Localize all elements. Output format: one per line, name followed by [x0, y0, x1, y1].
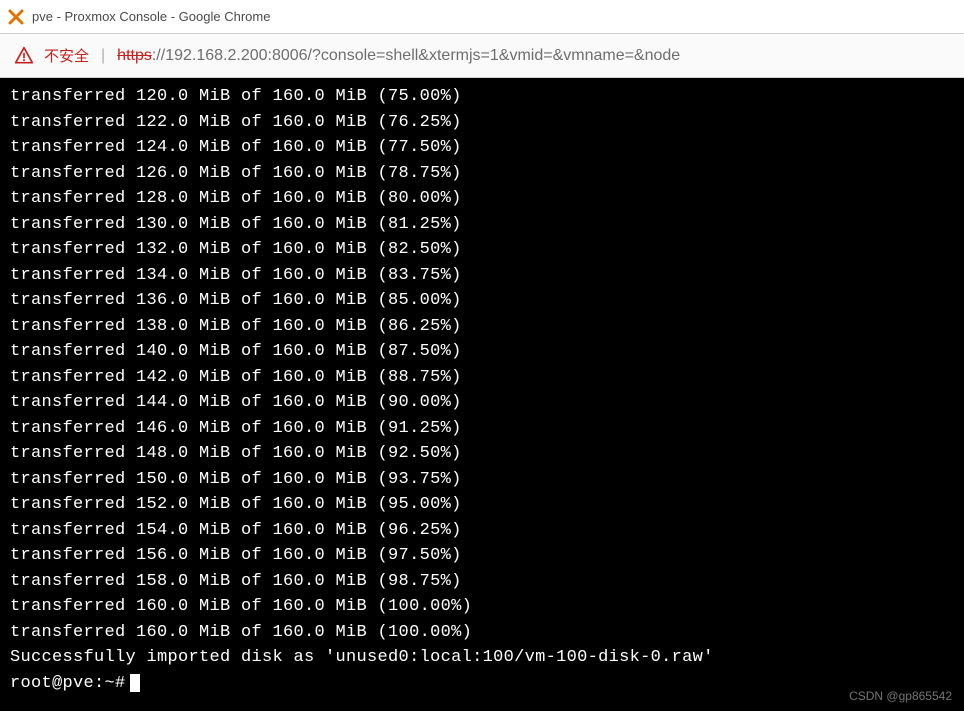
transfer-progress-line: transferred 148.0 MiB of 160.0 MiB (92.5… — [10, 441, 954, 467]
transfer-progress-line: transferred 160.0 MiB of 160.0 MiB (100.… — [10, 620, 954, 646]
transfer-progress-line: transferred 128.0 MiB of 160.0 MiB (80.0… — [10, 186, 954, 212]
transfer-progress-line: transferred 136.0 MiB of 160.0 MiB (85.0… — [10, 288, 954, 314]
url-scheme: https — [117, 47, 152, 64]
window-title: pve - Proxmox Console - Google Chrome — [32, 9, 270, 24]
transfer-progress-line: transferred 160.0 MiB of 160.0 MiB (100.… — [10, 594, 954, 620]
terminal-output[interactable]: transferred 120.0 MiB of 160.0 MiB (75.0… — [0, 78, 964, 711]
prompt-text: root@pve:~# — [10, 671, 126, 697]
success-message: Successfully imported disk as 'unused0:l… — [10, 645, 954, 671]
transfer-progress-line: transferred 130.0 MiB of 160.0 MiB (81.2… — [10, 212, 954, 238]
shell-prompt[interactable]: root@pve:~# — [10, 671, 954, 697]
transfer-progress-line: transferred 142.0 MiB of 160.0 MiB (88.7… — [10, 365, 954, 391]
app-icon — [8, 9, 24, 25]
transfer-progress-line: transferred 156.0 MiB of 160.0 MiB (97.5… — [10, 543, 954, 569]
watermark: CSDN @gp865542 — [849, 687, 952, 705]
transfer-progress-line: transferred 146.0 MiB of 160.0 MiB (91.2… — [10, 416, 954, 442]
not-secure-icon — [14, 46, 34, 66]
transfer-progress-line: transferred 158.0 MiB of 160.0 MiB (98.7… — [10, 569, 954, 595]
transfer-progress-line: transferred 126.0 MiB of 160.0 MiB (78.7… — [10, 161, 954, 187]
transfer-progress-line: transferred 120.0 MiB of 160.0 MiB (75.0… — [10, 84, 954, 110]
terminal-cursor — [130, 674, 140, 692]
addressbar-divider: | — [101, 47, 105, 65]
transfer-progress-line: transferred 122.0 MiB of 160.0 MiB (76.2… — [10, 110, 954, 136]
address-bar[interactable]: 不安全 | https://192.168.2.200:8006/?consol… — [0, 34, 964, 78]
transfer-progress-line: transferred 132.0 MiB of 160.0 MiB (82.5… — [10, 237, 954, 263]
transfer-progress-line: transferred 154.0 MiB of 160.0 MiB (96.2… — [10, 518, 954, 544]
transfer-progress-line: transferred 124.0 MiB of 160.0 MiB (77.5… — [10, 135, 954, 161]
url-rest: ://192.168.2.200:8006/?console=shell&xte… — [152, 47, 680, 64]
transfer-progress-line: transferred 134.0 MiB of 160.0 MiB (83.7… — [10, 263, 954, 289]
transfer-progress-line: transferred 144.0 MiB of 160.0 MiB (90.0… — [10, 390, 954, 416]
transfer-progress-line: transferred 138.0 MiB of 160.0 MiB (86.2… — [10, 314, 954, 340]
transfer-progress-line: transferred 150.0 MiB of 160.0 MiB (93.7… — [10, 467, 954, 493]
url-display[interactable]: https://192.168.2.200:8006/?console=shel… — [117, 47, 680, 65]
window-titlebar: pve - Proxmox Console - Google Chrome — [0, 0, 964, 34]
transfer-progress-line: transferred 140.0 MiB of 160.0 MiB (87.5… — [10, 339, 954, 365]
transfer-progress-line: transferred 152.0 MiB of 160.0 MiB (95.0… — [10, 492, 954, 518]
not-secure-label: 不安全 — [44, 45, 89, 66]
